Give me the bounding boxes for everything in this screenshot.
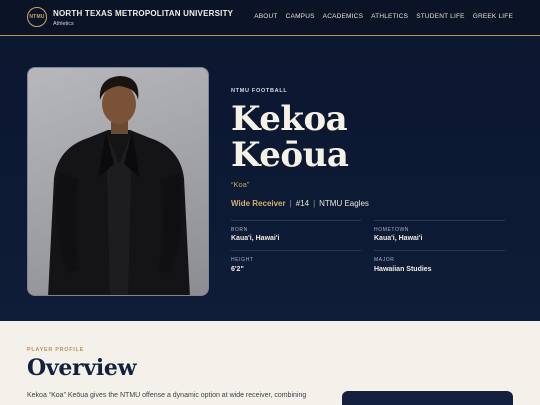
logo-text: NTMU	[29, 14, 45, 20]
sport-label: NTMU FOOTBALL	[231, 88, 288, 94]
university-logo[interactable]: NTMU	[27, 7, 47, 27]
fact-value-hometown: Kaua'i, Hawai'i	[374, 235, 423, 242]
divider	[231, 250, 361, 251]
player-hero: NTMU FOOTBALL Kekoa Keōua “Koa” Wide Rec…	[0, 37, 540, 321]
fact-label-height: HEIGHT	[231, 257, 254, 263]
separator: |	[313, 199, 316, 208]
player-number: #14	[295, 199, 310, 208]
player-nickname: “Koa”	[231, 180, 250, 189]
top-navigation-bar: NTMU NORTH TEXAS METROPOLITAN UNIVERSITY…	[0, 0, 540, 36]
nav-athletics[interactable]: ATHLETICS	[371, 13, 408, 20]
player-first-name: Kekoa	[231, 99, 348, 139]
fact-label-hometown: HOMETOWN	[374, 227, 409, 233]
fact-label-major: MAJOR	[374, 257, 395, 263]
fact-value-major: Hawaiian Studies	[374, 266, 432, 273]
nav-greek-life[interactable]: GREEK LIFE	[473, 13, 513, 20]
university-name: NORTH TEXAS METROPOLITAN UNIVERSITY	[53, 9, 234, 18]
nav-student-life[interactable]: STUDENT LIFE	[416, 13, 465, 20]
player-position: Wide Receiver	[231, 199, 286, 208]
sidebar-card	[342, 391, 513, 405]
divider	[374, 220, 505, 221]
divider	[231, 220, 361, 221]
overview-section: PLAYER PROFILE Overview Kekoa “Koa” Keōu…	[0, 321, 540, 405]
player-team: NTMU Eagles	[319, 199, 369, 208]
overview-text: Kekoa “Koa” Keōua gives the NTMU offense…	[27, 392, 307, 399]
divider	[374, 250, 505, 251]
fact-value-born: Kaua'i, Hawai'i	[231, 235, 280, 242]
main-nav: ABOUT CAMPUS ACADEMICS ATHLETICS STUDENT…	[254, 13, 513, 20]
player-last-name: Keōua	[231, 135, 349, 175]
separator: |	[289, 199, 292, 208]
department-name: Athletics	[53, 21, 74, 27]
brand[interactable]: NORTH TEXAS METROPOLITAN UNIVERSITY Athl…	[53, 9, 233, 27]
nav-campus[interactable]: CAMPUS	[286, 13, 315, 20]
overview-title: Overview	[27, 355, 137, 381]
nav-about[interactable]: ABOUT	[254, 13, 277, 20]
fact-label-born: BORN	[231, 227, 248, 233]
overview-eyebrow: PLAYER PROFILE	[27, 347, 84, 353]
player-summary: Wide Receiver | #14 | NTMU Eagles	[231, 199, 369, 208]
nav-academics[interactable]: ACADEMICS	[323, 13, 363, 20]
player-photo	[27, 67, 209, 296]
fact-value-height: 6'2"	[231, 266, 244, 273]
